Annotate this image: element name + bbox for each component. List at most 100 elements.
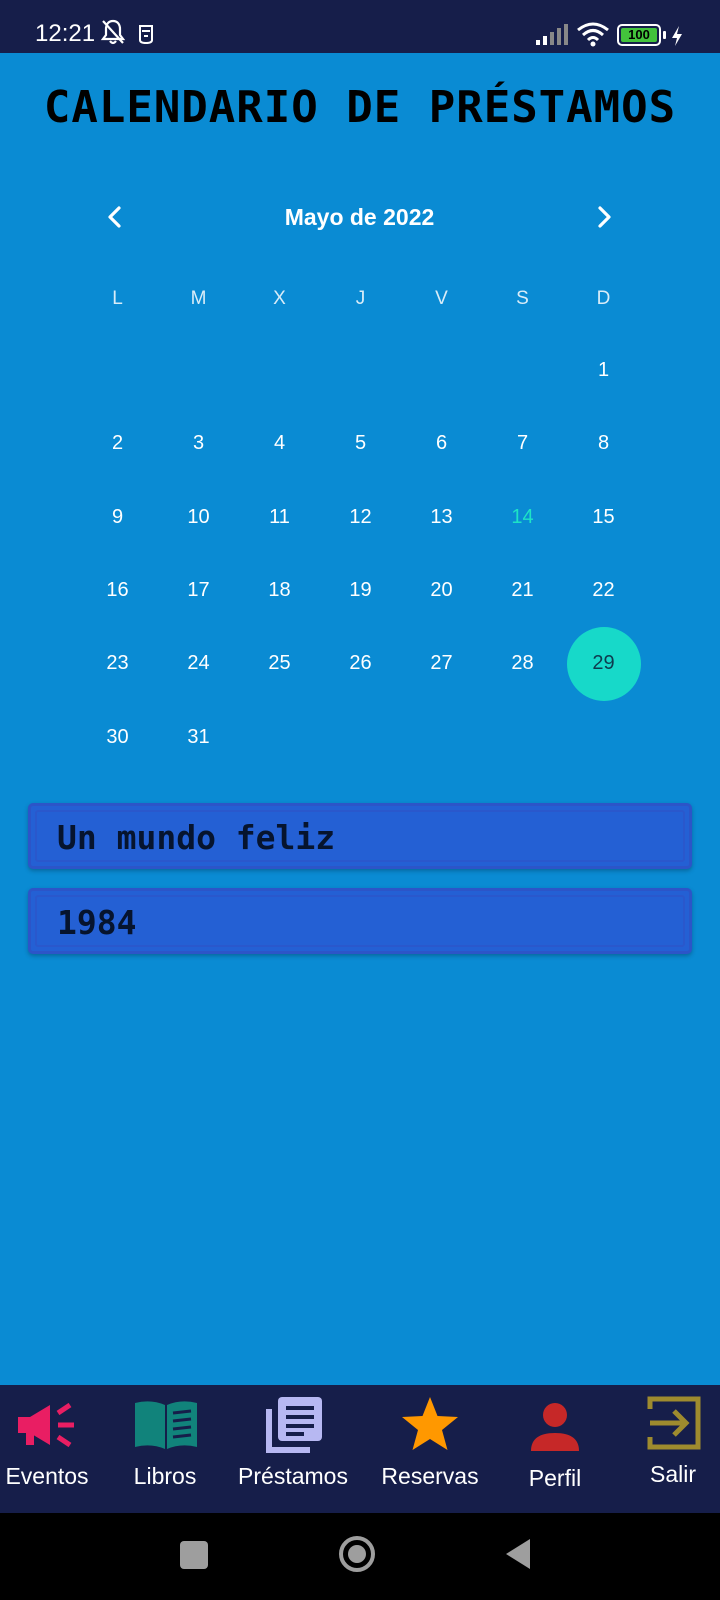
- calendar-day-number: 15: [592, 505, 615, 528]
- loan-card[interactable]: 1984: [28, 888, 692, 954]
- calendar-day[interactable]: 13: [401, 481, 482, 554]
- calendar-day-number: 12: [349, 505, 372, 528]
- nav-item-perfil[interactable]: Perfil: [510, 1385, 600, 1513]
- megaphone-icon: [18, 1402, 74, 1448]
- calendar-day-number: 27: [430, 652, 453, 675]
- calendar-day[interactable]: 1: [563, 334, 644, 407]
- back-icon[interactable]: [504, 1537, 534, 1571]
- prev-month-button[interactable]: [93, 194, 139, 240]
- calendar-day-number: 10: [187, 505, 210, 528]
- weekday-label: S: [516, 288, 529, 309]
- person-icon: [531, 1403, 579, 1451]
- calendar-day-number: 20: [430, 579, 453, 602]
- calendar-day[interactable]: 11: [239, 481, 320, 554]
- calendar-day[interactable]: 17: [158, 554, 239, 627]
- calendar-blank-cell: [482, 334, 563, 407]
- battery-level: 100: [621, 28, 657, 42]
- calendar-day-number: 28: [511, 652, 534, 675]
- calendar-day[interactable]: 25: [239, 627, 320, 700]
- system-nav-bar: [0, 1513, 720, 1600]
- nav-label: Préstamos: [238, 1463, 348, 1489]
- weekday-label: V: [435, 288, 448, 309]
- calendar-day[interactable]: 2: [77, 407, 158, 480]
- status-bar: 12:21 100: [0, 0, 720, 53]
- chevron-left-icon: [108, 206, 121, 228]
- calendar-day-number: 4: [273, 432, 286, 455]
- calendar-day-number: 30: [106, 725, 129, 748]
- calendar-day[interactable]: 20: [401, 554, 482, 627]
- bell-off-icon: [100, 19, 126, 45]
- chevron-right-icon: [598, 206, 611, 228]
- wifi-icon: [577, 22, 609, 47]
- weekday-label: L: [112, 288, 123, 309]
- calendar-day-number: 18: [268, 579, 291, 602]
- nav-label: Libros: [133, 1463, 197, 1489]
- calendar-day-selected[interactable]: 29: [563, 627, 644, 700]
- calendar-day-number: 24: [187, 652, 210, 675]
- calendar-day[interactable]: 12: [320, 481, 401, 554]
- calendar-day-number: 26: [349, 652, 372, 675]
- nav-item-prestamos[interactable]: Préstamos: [226, 1385, 360, 1513]
- calendar-day[interactable]: 3: [158, 407, 239, 480]
- nav-item-eventos[interactable]: Eventos: [0, 1385, 94, 1513]
- calendar-day-number: 3: [192, 432, 205, 455]
- calendar-day-number: 16: [106, 579, 129, 602]
- exit-icon: [647, 1396, 701, 1450]
- calendar-day-number: 6: [435, 432, 448, 455]
- calendar-day[interactable]: 4: [239, 407, 320, 480]
- book-icon: [135, 1401, 197, 1449]
- calendar-day-number: 23: [106, 652, 129, 675]
- calendar-day[interactable]: 16: [77, 554, 158, 627]
- calendar-day[interactable]: 30: [77, 700, 158, 773]
- calendar-day-number: 13: [430, 505, 453, 528]
- nav-item-salir[interactable]: Salir: [634, 1385, 712, 1513]
- loan-title: 1984: [57, 903, 137, 942]
- status-time: 12:21: [35, 20, 96, 47]
- recents-icon[interactable]: [180, 1541, 208, 1569]
- weekday-label: D: [596, 288, 611, 309]
- calendar-day[interactable]: 18: [239, 554, 320, 627]
- weekday-label: M: [190, 288, 207, 309]
- calendar-day-number: 31: [187, 725, 210, 748]
- calendar-day-number: 5: [354, 432, 367, 455]
- charging-icon: [672, 26, 682, 46]
- nav-label: Perfil: [528, 1465, 582, 1491]
- calendar-day[interactable]: 10: [158, 481, 239, 554]
- calendar-day[interactable]: 31: [158, 700, 239, 773]
- library-books-icon: [266, 1397, 322, 1453]
- calendar-day-number: 25: [268, 652, 291, 675]
- home-icon[interactable]: [338, 1535, 376, 1573]
- calendar-day[interactable]: 27: [401, 627, 482, 700]
- calendar-day[interactable]: 15: [563, 481, 644, 554]
- bottom-nav: Eventos Libros Préstamos Reservas Perfil…: [0, 1385, 720, 1513]
- calendar-blank-cell: [239, 334, 320, 407]
- calendar-day[interactable]: 26: [320, 627, 401, 700]
- calendar-day[interactable]: 8: [563, 407, 644, 480]
- calendar-blank-cell: [77, 334, 158, 407]
- calendar-day[interactable]: 23: [77, 627, 158, 700]
- calendar-day-number: 2: [111, 432, 124, 455]
- calendar-day[interactable]: 9: [77, 481, 158, 554]
- nav-label: Salir: [649, 1461, 696, 1487]
- next-month-button[interactable]: [580, 194, 626, 240]
- calendar-day[interactable]: 21: [482, 554, 563, 627]
- calendar-day-number: 19: [349, 579, 372, 602]
- nav-item-libros[interactable]: Libros: [117, 1385, 213, 1513]
- page-title: CALENDARIO DE PRÉSTAMOS: [43, 82, 677, 133]
- calendar-day-number: 14: [511, 505, 534, 528]
- calendar-day-today[interactable]: 14: [482, 481, 563, 554]
- calendar-day[interactable]: 24: [158, 627, 239, 700]
- calendar-day[interactable]: 28: [482, 627, 563, 700]
- loan-card[interactable]: Un mundo feliz: [28, 803, 692, 869]
- weekday-label: J: [355, 288, 366, 309]
- calendar-day[interactable]: 7: [482, 407, 563, 480]
- calendar-day-number: 22: [592, 579, 615, 602]
- calendar-day-number: 9: [111, 505, 124, 528]
- calendar-day[interactable]: 5: [320, 407, 401, 480]
- calendar-day-number: 11: [269, 505, 290, 528]
- nav-item-reservas[interactable]: Reservas: [373, 1385, 487, 1513]
- calendar-day[interactable]: 6: [401, 407, 482, 480]
- calendar-day[interactable]: 19: [320, 554, 401, 627]
- calendar-grid: 1 2 3 4 5 6 7 8 9 10 11 12 13 14 15 16 17 18 19 20 21 22 23 24 2…: [77, 334, 644, 774]
- calendar-day[interactable]: 22: [563, 554, 644, 627]
